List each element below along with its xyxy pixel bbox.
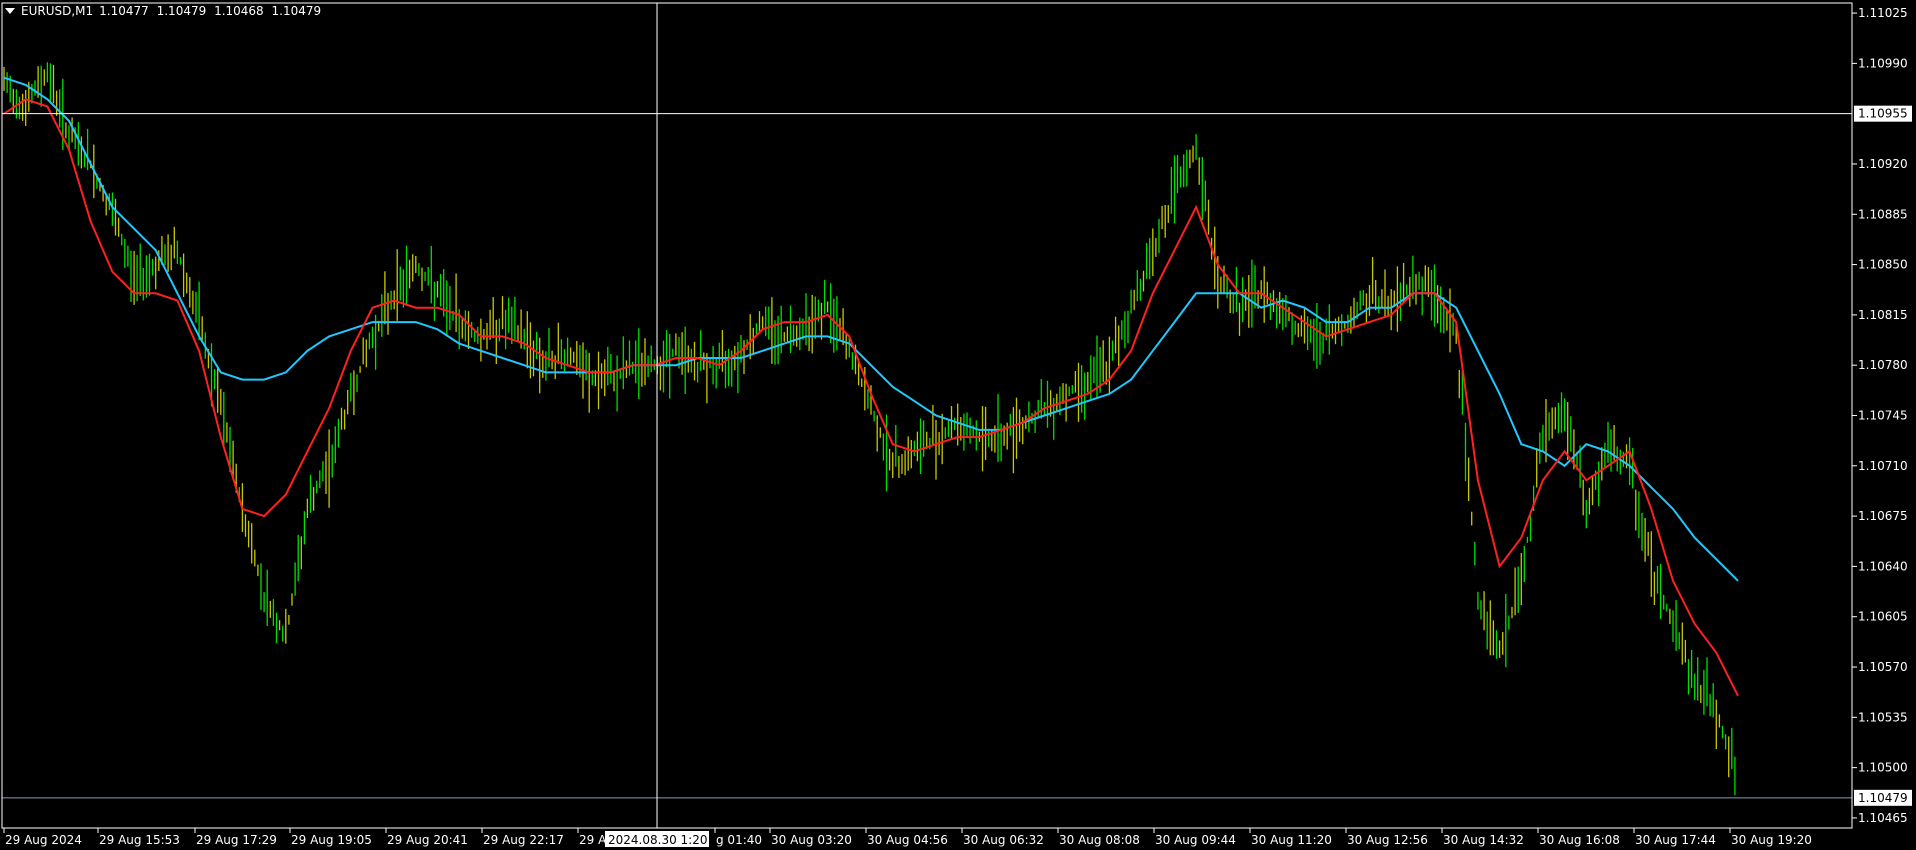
price-tick-label: 1.10780 — [1858, 358, 1908, 372]
time-tick-label: 30 Aug 06:32 — [963, 833, 1044, 847]
time-tick-label: 29 Aug 20:41 — [387, 833, 468, 847]
time-tick-label: 30 Aug 19:20 — [1731, 833, 1812, 847]
price-tick-label: 1.10465 — [1858, 811, 1908, 825]
price-tick-label: 1.10745 — [1858, 409, 1908, 423]
price-tick-label: 1.10850 — [1858, 258, 1908, 272]
time-tick-label: 29 Aug 15:53 — [99, 833, 180, 847]
chart-title-bar[interactable]: EURUSD,M1 1.10477 1.10479 1.10468 1.1047… — [5, 4, 325, 18]
price-tick-label: 1.10990 — [1858, 56, 1908, 70]
time-tick-label: 29 Aug 2024 — [5, 833, 82, 847]
crosshair-time-label: 2024.08.30 1:20 — [608, 833, 707, 847]
price-tick-label: 1.10640 — [1858, 559, 1908, 573]
time-tick-label: 30 Aug 11:20 — [1251, 833, 1332, 847]
time-tick-label: 30 Aug 08:08 — [1059, 833, 1140, 847]
time-tick-label: 30 Aug 14:32 — [1443, 833, 1524, 847]
price-tick-label: 1.10710 — [1858, 459, 1908, 473]
price-tick-label: 1.11025 — [1858, 6, 1908, 20]
current-price-label: 1.10479 — [1858, 791, 1908, 805]
price-tick-label: 1.10535 — [1858, 710, 1908, 724]
symbol-label: EURUSD,M1 — [21, 4, 94, 18]
price-tick-label: 1.10605 — [1858, 610, 1908, 624]
price-chart[interactable]: 1.11025 1.10990 1.10920 1.10885 1.10850 1.108… — [0, 0, 1916, 850]
dropdown-triangle-icon[interactable] — [5, 8, 15, 14]
crosshair-price-tag: 1.10955 — [1854, 105, 1912, 122]
price-tick-label: 1.10920 — [1858, 157, 1908, 171]
time-tick-label: 30 Aug 09:44 — [1155, 833, 1236, 847]
time-tick-label: 30 Aug 17:44 — [1635, 833, 1716, 847]
current-price-tag: 1.10479 — [1854, 789, 1912, 806]
price-tick-label: 1.10885 — [1858, 207, 1908, 221]
time-tick-label: 29 A — [579, 833, 607, 847]
price-tick-label: 1.10675 — [1858, 509, 1908, 523]
time-tick-label: 29 Aug 17:29 — [196, 833, 277, 847]
price-tick-label: 1.10570 — [1858, 660, 1908, 674]
quote-close: 1.10479 — [271, 4, 322, 18]
price-tick-label: 1.10815 — [1858, 308, 1908, 322]
time-tick-label: 30 Aug 16:08 — [1539, 833, 1620, 847]
time-tick-label: 29 Aug 19:05 — [291, 833, 372, 847]
ohlc-quotes: 1.10477 1.10479 1.10468 1.10479 — [99, 4, 325, 18]
time-tick-label: 29 Aug 22:17 — [483, 833, 564, 847]
time-tick-label: 30 Aug 04:56 — [867, 833, 948, 847]
quote-low: 1.10468 — [214, 4, 264, 18]
quote-open: 1.10477 — [99, 4, 149, 18]
time-tick-label: 30 Aug 12:56 — [1347, 833, 1428, 847]
quote-high: 1.10479 — [156, 4, 207, 18]
crosshair-price-label: 1.10955 — [1858, 107, 1908, 121]
crosshair-time-tag: 2024.08.30 1:20 — [605, 831, 709, 847]
time-tick-label: 30 Aug 03:20 — [771, 833, 852, 847]
price-tick-label: 1.10500 — [1858, 761, 1908, 775]
time-tick-label: g 01:40 — [716, 833, 762, 847]
